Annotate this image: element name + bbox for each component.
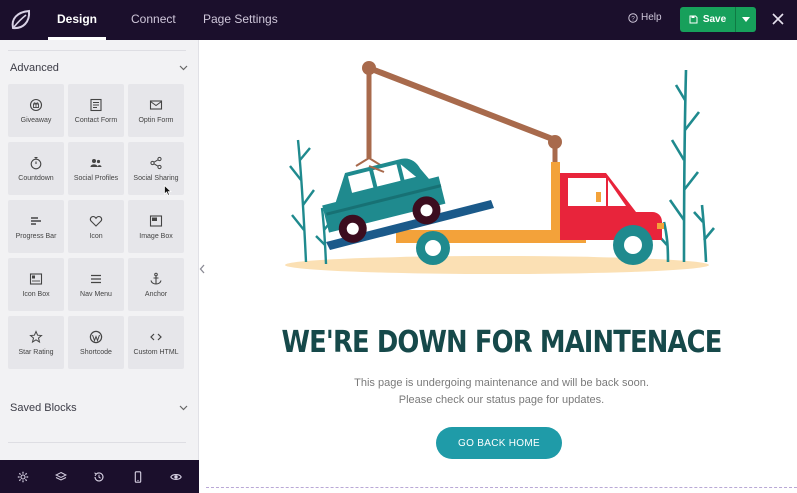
hamburger-icon — [91, 274, 101, 283]
page-preview-canvas: WE'RE DOWN FOR MAINTENACE This page is u… — [206, 40, 797, 493]
block-label: Progress Bar — [15, 232, 57, 240]
block-label: Countdown — [18, 174, 54, 182]
eye-preview-icon[interactable] — [170, 471, 182, 483]
divider — [8, 442, 186, 443]
share-icon — [150, 156, 162, 169]
chevron-up-icon — [179, 65, 188, 71]
saved-blocks-title: Saved Blocks — [10, 402, 77, 414]
saved-blocks-section-header[interactable]: Saved Blocks — [10, 402, 188, 414]
mobile-icon[interactable] — [132, 470, 144, 483]
collapse-sidebar-chevron-icon[interactable] — [199, 263, 206, 275]
block-icon-box[interactable]: Icon Box — [8, 258, 64, 311]
block-label: Shortcode — [80, 348, 112, 356]
block-social-profiles[interactable]: Social Profiles — [68, 142, 124, 195]
divider — [8, 50, 186, 51]
form-icon — [90, 98, 102, 111]
block-label: Image Box — [139, 232, 173, 240]
block-label: Nav Menu — [80, 290, 112, 298]
image-box-icon — [149, 214, 163, 227]
tab-page-settings[interactable]: Page Settings — [203, 0, 278, 40]
leaf-logo-icon[interactable] — [8, 7, 34, 33]
block-progress-bar[interactable]: Progress Bar — [8, 200, 64, 253]
block-anchor[interactable]: Anchor — [128, 258, 184, 311]
block-countdown[interactable]: Countdown — [8, 142, 64, 195]
block-social-sharing[interactable]: Social Sharing — [128, 142, 184, 195]
block-label: Icon — [89, 232, 103, 240]
go-back-home-button[interactable]: GO BACK HOME — [436, 427, 562, 459]
icon-box-icon — [29, 272, 43, 285]
block-nav-menu[interactable]: Nav Menu — [68, 258, 124, 311]
anchor-icon — [150, 272, 162, 285]
save-disk-icon — [689, 15, 698, 24]
sidebar-footer-toolbar — [0, 460, 199, 493]
help-link[interactable]: ? Help — [628, 12, 662, 23]
chevron-down-icon — [179, 405, 188, 411]
stopwatch-icon — [30, 156, 42, 169]
top-toolbar: Design Connect Page Settings ? Help Save — [0, 0, 797, 40]
block-label: Optin Form — [138, 116, 174, 124]
block-image-box[interactable]: Image Box — [128, 200, 184, 253]
block-icon[interactable]: Icon — [68, 200, 124, 253]
subtext-line-2: Please check our status page for updates… — [398, 394, 605, 406]
subtext-line-1: This page is undergoing maintenance and … — [354, 377, 649, 389]
block-label: Icon Box — [22, 290, 50, 298]
envelope-icon — [149, 99, 163, 110]
block-label: Social Profiles — [73, 174, 119, 182]
block-custom-html[interactable]: Custom HTML — [128, 316, 184, 369]
block-label: Giveaway — [20, 116, 52, 124]
svg-text:?: ? — [631, 15, 635, 22]
star-icon — [29, 329, 43, 343]
wordpress-icon — [89, 330, 103, 343]
maintenance-subtext: This page is undergoing maintenance and … — [206, 375, 797, 409]
caret-down-icon — [742, 17, 750, 22]
tab-design[interactable]: Design — [48, 0, 106, 40]
code-icon — [150, 333, 162, 340]
help-label: Help — [641, 12, 662, 23]
advanced-blocks-grid: Giveaway Contact Form Optin Form Countdo… — [8, 84, 188, 369]
block-label: Contact Form — [74, 116, 118, 124]
save-button[interactable]: Save — [680, 7, 735, 32]
blocks-sidebar: Advanced Giveaway Contact Form Optin For… — [0, 40, 199, 460]
layers-icon[interactable] — [55, 471, 68, 483]
block-star-rating[interactable]: Star Rating — [8, 316, 64, 369]
block-shortcode[interactable]: Shortcode — [68, 316, 124, 369]
block-giveaway[interactable]: Giveaway — [8, 84, 64, 137]
save-label: Save — [702, 14, 727, 25]
users-icon — [90, 158, 102, 167]
help-circle-icon: ? — [628, 12, 638, 23]
gift-icon — [29, 98, 43, 111]
block-label: Custom HTML — [133, 348, 179, 356]
save-button-group: Save — [680, 7, 756, 32]
mouse-cursor-icon — [164, 185, 172, 196]
block-label: Star Rating — [18, 348, 54, 356]
block-label: Social Sharing — [133, 174, 179, 182]
block-optin-form[interactable]: Optin Form — [128, 84, 184, 137]
settings-gear-icon[interactable] — [17, 471, 29, 483]
history-icon[interactable] — [93, 471, 105, 483]
section-boundary — [206, 487, 797, 488]
advanced-section-title: Advanced — [10, 62, 59, 74]
tow-truck-illustration — [285, 61, 715, 274]
heart-icon — [89, 215, 103, 227]
maintenance-headline: WE'RE DOWN FOR MAINTENACE — [281, 325, 723, 360]
close-icon[interactable] — [769, 10, 787, 28]
block-label: Anchor — [144, 290, 168, 298]
advanced-section-header[interactable]: Advanced — [10, 62, 188, 74]
block-contact-form[interactable]: Contact Form — [68, 84, 124, 137]
progress-bars-icon — [31, 216, 41, 225]
save-options-button[interactable] — [735, 7, 756, 32]
tab-connect[interactable]: Connect — [131, 0, 176, 40]
